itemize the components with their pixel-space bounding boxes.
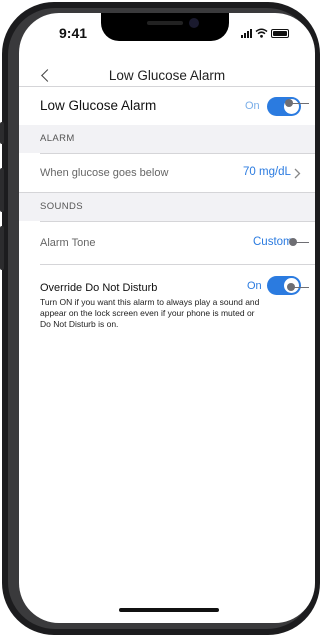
low-glucose-alarm-row[interactable]: Low Glucose Alarm On: [19, 87, 315, 125]
status-time: 9:41: [59, 25, 88, 41]
alarm-tone-row[interactable]: Alarm Tone Custom: [19, 222, 315, 264]
alarm-tone-value: Custom: [253, 236, 293, 248]
side-button: [0, 122, 4, 144]
section-header-alarm: ALARM: [19, 125, 315, 153]
camera-icon: [189, 18, 199, 28]
screen: 9:41 Low Glucose Alarm Low Glucose Alarm…: [19, 13, 315, 623]
dnd-description: Turn ON if you want this alarm to always…: [40, 297, 260, 329]
toggle-state-label: On: [247, 280, 262, 292]
page-title: Low Glucose Alarm: [108, 68, 226, 83]
row-label: Low Glucose Alarm: [40, 98, 157, 113]
low-glucose-alarm-toggle[interactable]: [267, 97, 301, 116]
glucose-threshold-row[interactable]: When glucose goes below 70 mg/dL: [19, 154, 315, 192]
signal-icon: [241, 28, 252, 38]
glucose-threshold-value: 70 mg/dL: [243, 166, 291, 178]
section-header-sounds: SOUNDS: [19, 193, 315, 221]
section-title: SOUNDS: [40, 201, 84, 212]
callout-line: [291, 103, 309, 104]
status-icons: [241, 26, 289, 38]
notch: [101, 13, 229, 41]
row-label: When glucose goes below: [40, 167, 169, 179]
side-button: [0, 226, 4, 270]
home-indicator[interactable]: [119, 608, 219, 612]
override-dnd-toggle[interactable]: [267, 276, 301, 295]
callout-line: [295, 242, 309, 243]
row-label: Alarm Tone: [40, 237, 96, 249]
callout-line: [293, 287, 309, 288]
override-dnd-row[interactable]: Override Do Not Disturb On Turn ON if yo…: [19, 265, 315, 345]
chevron-right-icon: [294, 168, 301, 179]
battery-icon: [271, 29, 289, 38]
side-button: [0, 168, 4, 212]
row-label: Override Do Not Disturb: [40, 282, 158, 294]
wifi-icon: [255, 28, 268, 38]
speaker: [147, 21, 183, 25]
section-title: ALARM: [40, 133, 75, 144]
toggle-state-label: On: [245, 100, 260, 112]
